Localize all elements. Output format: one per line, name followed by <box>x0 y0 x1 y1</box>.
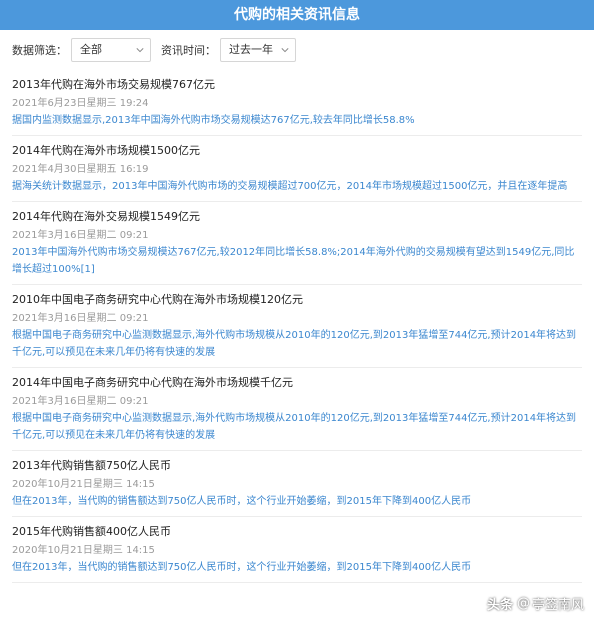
scope-filter-label: 数据筛选： <box>12 44 67 57</box>
news-item: 2013年代购销售额750亿人民币 2020年10月21日星期三 14:15 但… <box>12 451 582 517</box>
news-date: 2021年3月16日星期二 09:21 <box>12 230 149 241</box>
news-date: 2021年3月16日星期二 09:21 <box>12 313 149 324</box>
scope-filter-value: 全部 <box>80 43 102 56</box>
news-date: 2021年6月23日星期三 19:24 <box>12 98 149 109</box>
time-filter-label: 资讯时间： <box>161 44 216 57</box>
news-title[interactable]: 2013年代购销售额750亿人民币 <box>12 457 582 474</box>
news-item: 2010年中国电子商务研究中心代购在海外市场规模120亿元 2021年3月16日… <box>12 285 582 368</box>
news-date: 2020年10月21日星期三 14:15 <box>12 545 155 556</box>
news-item: 2015年代购销售额400亿人民币 2020年10月21日星期三 14:15 但… <box>12 517 582 583</box>
watermark-author: 亭签南风 <box>531 598 584 613</box>
news-title[interactable]: 2014年代购在海外交易规模1549亿元 <box>12 208 582 225</box>
news-summary[interactable]: 根据中国电子商务研究中心监测数据显示,海外代购市场规模从2010年的120亿元,… <box>12 327 582 361</box>
news-summary[interactable]: 根据中国电子商务研究中心监测数据显示,海外代购市场规模从2010年的120亿元,… <box>12 410 582 444</box>
news-summary[interactable]: 据海关统计数据显示，2013年中国海外代购市场的交易规模超过700亿元，2014… <box>12 178 582 195</box>
time-filter-select[interactable]: 过去一年 <box>220 38 296 62</box>
news-list: 2013年代购在海外市场交易规模767亿元 2021年6月23日星期三 19:2… <box>0 70 594 583</box>
news-title[interactable]: 2014年代购在海外市场规模1500亿元 <box>12 142 582 159</box>
news-item: 2014年代购在海外市场规模1500亿元 2021年4月30日星期五 16:19… <box>12 136 582 202</box>
header-bar: 代购的相关资讯信息 <box>0 0 594 30</box>
watermark: 头条 @ 亭签南风 <box>487 594 584 613</box>
chevron-down-icon <box>281 48 289 53</box>
news-item: 2014年代购在海外交易规模1549亿元 2021年3月16日星期二 09:21… <box>12 202 582 285</box>
news-summary[interactable]: 2013年中国海外代购市场交易规模达767亿元,较2012年同比增长58.8%;… <box>12 244 582 278</box>
news-date: 2020年10月21日星期三 14:15 <box>12 479 155 490</box>
page: 代购的相关资讯信息 数据筛选： 全部 资讯时间： 过去一年 2013年代购在海外… <box>0 0 594 621</box>
news-date: 2021年4月30日星期五 16:19 <box>12 164 149 175</box>
news-item: 2014年中国电子商务研究中心代购在海外市场规模千亿元 2021年3月16日星期… <box>12 368 582 451</box>
news-title[interactable]: 2014年中国电子商务研究中心代购在海外市场规模千亿元 <box>12 374 582 391</box>
page-title: 代购的相关资讯信息 <box>234 7 360 23</box>
news-summary[interactable]: 但在2013年，当代购的销售额达到750亿人民币时，这个行业开始萎缩，到2015… <box>12 493 582 510</box>
filter-bar: 数据筛选： 全部 资讯时间： 过去一年 <box>0 30 594 70</box>
news-summary[interactable]: 但在2013年，当代购的销售额达到750亿人民币时，这个行业开始萎缩，到2015… <box>12 559 582 576</box>
news-title[interactable]: 2013年代购在海外市场交易规模767亿元 <box>12 76 582 93</box>
scope-filter-select[interactable]: 全部 <box>71 38 151 62</box>
news-summary[interactable]: 据国内监测数据显示,2013年中国海外代购市场交易规模达767亿元,较去年同比增… <box>12 112 582 129</box>
news-title[interactable]: 2015年代购销售额400亿人民币 <box>12 523 582 540</box>
watermark-at: @ <box>516 596 530 611</box>
news-item: 2013年代购在海外市场交易规模767亿元 2021年6月23日星期三 19:2… <box>12 70 582 136</box>
chevron-down-icon <box>136 48 144 53</box>
watermark-logo: 头条 <box>486 598 513 613</box>
news-title[interactable]: 2010年中国电子商务研究中心代购在海外市场规模120亿元 <box>12 291 582 308</box>
news-date: 2021年3月16日星期二 09:21 <box>12 396 149 407</box>
time-filter-value: 过去一年 <box>229 43 273 56</box>
